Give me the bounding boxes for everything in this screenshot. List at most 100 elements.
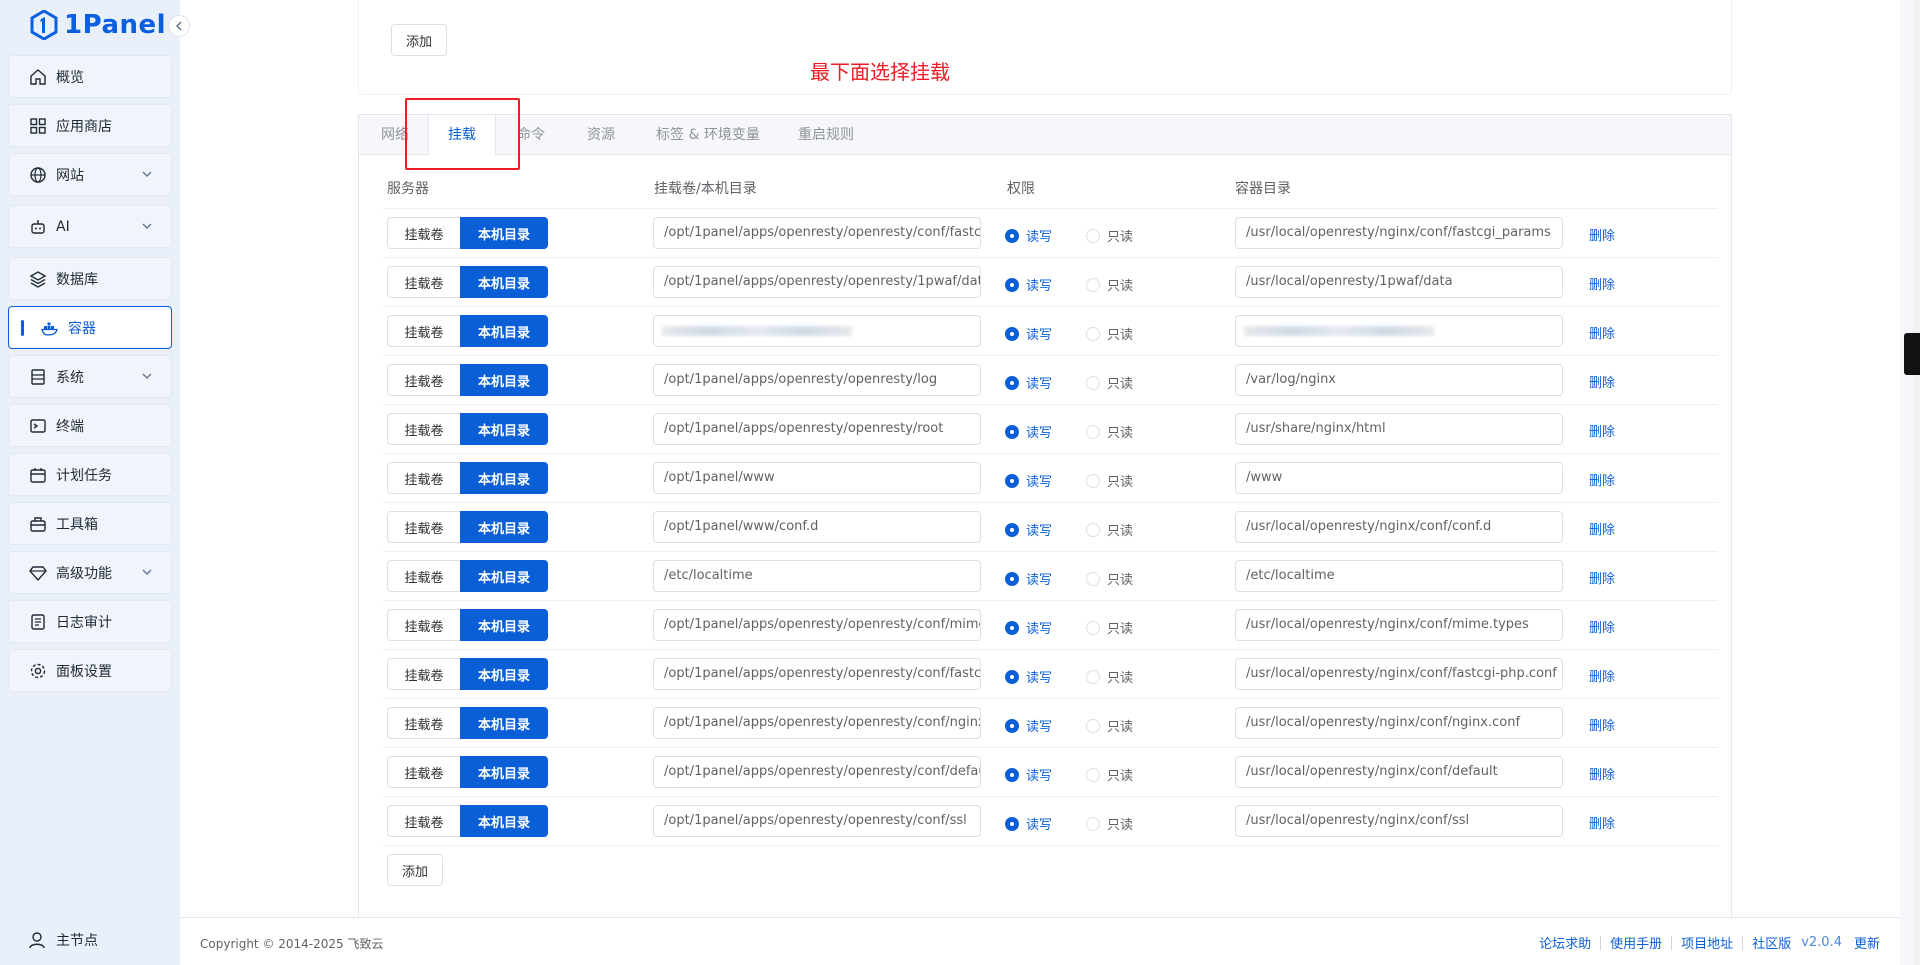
host-path-input[interactable]: /opt/1panel/apps/openresty/openresty/con…	[653, 756, 981, 788]
delete-link[interactable]: 删除	[1589, 274, 1615, 293]
sidebar-item[interactable]: 系统	[8, 355, 172, 398]
read-only-radio[interactable]: 只读	[1086, 667, 1133, 686]
volume-option[interactable]: 挂载卷	[387, 560, 460, 592]
delete-link[interactable]: 删除	[1589, 519, 1615, 538]
delete-link[interactable]: 删除	[1589, 813, 1615, 832]
local-dir-option[interactable]: 本机目录	[460, 609, 548, 641]
read-write-radio[interactable]: 读写	[1005, 814, 1052, 833]
read-only-radio[interactable]: 只读	[1086, 422, 1133, 441]
read-only-radio[interactable]: 只读	[1086, 275, 1133, 294]
sidebar-item[interactable]: 日志审计	[8, 600, 172, 643]
delete-link[interactable]: 删除	[1589, 568, 1615, 587]
local-dir-option[interactable]: 本机目录	[460, 462, 548, 494]
side-widget-tab[interactable]	[1904, 333, 1920, 375]
read-only-radio[interactable]: 只读	[1086, 520, 1133, 539]
host-path-input[interactable]: /opt/1panel/www	[653, 462, 981, 494]
edition-link[interactable]: 社区版	[1752, 933, 1791, 952]
local-dir-option[interactable]: 本机目录	[460, 805, 548, 837]
read-write-radio[interactable]: 读写	[1005, 324, 1052, 343]
top-add-button[interactable]: 添加	[391, 24, 448, 56]
volume-option[interactable]: 挂载卷	[387, 364, 460, 396]
host-path-input[interactable]: /opt/1panel/apps/openresty/openresty/con…	[653, 805, 981, 837]
delete-link[interactable]: 删除	[1589, 323, 1615, 342]
read-only-radio[interactable]: 只读	[1086, 226, 1133, 245]
read-only-radio[interactable]: 只读	[1086, 569, 1133, 588]
add-mount-button[interactable]: 添加	[387, 854, 444, 886]
sidebar-item[interactable]: 网站	[8, 153, 172, 196]
container-path-input[interactable]: /var/log/nginx	[1235, 364, 1563, 396]
host-path-input[interactable]: /opt/1panel/apps/openresty/openresty/log	[653, 364, 981, 396]
read-only-radio[interactable]: 只读	[1086, 471, 1133, 490]
container-path-input[interactable]: /usr/local/openresty/nginx/conf/fastcgi_…	[1235, 217, 1563, 249]
sidebar-item[interactable]: AI	[8, 205, 172, 248]
delete-link[interactable]: 删除	[1589, 764, 1615, 783]
local-dir-option[interactable]: 本机目录	[460, 413, 548, 445]
read-write-radio[interactable]: 读写	[1005, 667, 1052, 686]
sidebar-item[interactable]: 容器	[8, 306, 172, 349]
read-write-radio[interactable]: 读写	[1005, 520, 1052, 539]
local-dir-option[interactable]: 本机目录	[460, 560, 548, 592]
sidebar-item[interactable]: 终端	[8, 404, 172, 447]
volume-option[interactable]: 挂载卷	[387, 413, 460, 445]
host-path-input[interactable]: /opt/1panel/apps/openresty/openresty/con…	[653, 609, 981, 641]
read-write-radio[interactable]: 读写	[1005, 422, 1052, 441]
container-path-input[interactable]: /usr/local/openresty/nginx/conf/default	[1235, 756, 1563, 788]
tab-command[interactable]: 命令	[517, 115, 545, 155]
read-write-radio[interactable]: 读写	[1005, 471, 1052, 490]
container-path-input[interactable]: /usr/local/openresty/nginx/conf/fastcgi-…	[1235, 658, 1563, 690]
local-dir-option[interactable]: 本机目录	[460, 315, 548, 347]
local-dir-option[interactable]: 本机目录	[460, 756, 548, 788]
host-path-input[interactable]: /opt/1panel/apps/openresty/openresty/1pw…	[653, 266, 981, 298]
collapse-sidebar-button[interactable]	[168, 15, 190, 37]
volume-option[interactable]: 挂载卷	[387, 805, 460, 837]
volume-option[interactable]: 挂载卷	[387, 217, 460, 249]
read-only-radio[interactable]: 只读	[1086, 765, 1133, 784]
sidebar-item[interactable]: 计划任务	[8, 453, 172, 496]
local-dir-option[interactable]: 本机目录	[460, 707, 548, 739]
host-path-input[interactable]: /opt/1panel/www/conf.d	[653, 511, 981, 543]
local-dir-option[interactable]: 本机目录	[460, 217, 548, 249]
sidebar-item[interactable]: 面板设置	[8, 649, 172, 692]
container-path-input[interactable]: /usr/local/openresty/nginx/conf/conf.d	[1235, 511, 1563, 543]
read-write-radio[interactable]: 读写	[1005, 618, 1052, 637]
read-only-radio[interactable]: 只读	[1086, 373, 1133, 392]
volume-option[interactable]: 挂载卷	[387, 511, 460, 543]
container-path-input[interactable]: /etc/localtime	[1235, 560, 1563, 592]
sidebar-item[interactable]: 概览	[8, 55, 172, 98]
sidebar-item[interactable]: 数据库	[8, 257, 172, 300]
read-write-radio[interactable]: 读写	[1005, 226, 1052, 245]
read-only-radio[interactable]: 只读	[1086, 324, 1133, 343]
node-switcher[interactable]: 主节点	[28, 930, 98, 950]
delete-link[interactable]: 删除	[1589, 715, 1615, 734]
sidebar-item[interactable]: 高级功能	[8, 551, 172, 594]
delete-link[interactable]: 删除	[1589, 617, 1615, 636]
container-path-input[interactable]: /usr/share/nginx/html	[1235, 413, 1563, 445]
host-path-input[interactable]: /opt/1panel/apps/openresty/openresty/con…	[653, 217, 981, 249]
tab-labels-env[interactable]: 标签 & 环境变量	[656, 115, 760, 155]
read-only-radio[interactable]: 只读	[1086, 814, 1133, 833]
local-dir-option[interactable]: 本机目录	[460, 364, 548, 396]
forum-link[interactable]: 论坛求助	[1539, 933, 1591, 952]
host-path-input[interactable]: /opt/1panel/apps/openresty/openresty/con…	[653, 658, 981, 690]
container-path-input[interactable]: /usr/local/openresty/nginx/conf/nginx.co…	[1235, 707, 1563, 739]
manual-link[interactable]: 使用手册	[1610, 933, 1662, 952]
delete-link[interactable]: 删除	[1589, 470, 1615, 489]
container-path-input[interactable]: /www	[1235, 462, 1563, 494]
read-only-radio[interactable]: 只读	[1086, 716, 1133, 735]
volume-option[interactable]: 挂载卷	[387, 462, 460, 494]
tab-resources[interactable]: 资源	[587, 115, 615, 155]
volume-option[interactable]: 挂载卷	[387, 658, 460, 690]
host-path-input[interactable]: /etc/localtime	[653, 560, 981, 592]
delete-link[interactable]: 删除	[1589, 666, 1615, 685]
read-write-radio[interactable]: 读写	[1005, 765, 1052, 784]
host-path-input[interactable]: /opt/1panel/apps/openresty/openresty/con…	[653, 707, 981, 739]
app-logo[interactable]: 1Panel	[30, 8, 166, 42]
sidebar-item[interactable]: 工具箱	[8, 502, 172, 545]
container-path-input[interactable]: /usr/local/openresty/nginx/conf/ssl	[1235, 805, 1563, 837]
container-path-input[interactable]	[1235, 315, 1563, 347]
read-write-radio[interactable]: 读写	[1005, 373, 1052, 392]
volume-option[interactable]: 挂载卷	[387, 315, 460, 347]
read-write-radio[interactable]: 读写	[1005, 275, 1052, 294]
container-path-input[interactable]: /usr/local/openresty/1pwaf/data	[1235, 266, 1563, 298]
tab-restart-policy[interactable]: 重启规则	[798, 115, 854, 155]
